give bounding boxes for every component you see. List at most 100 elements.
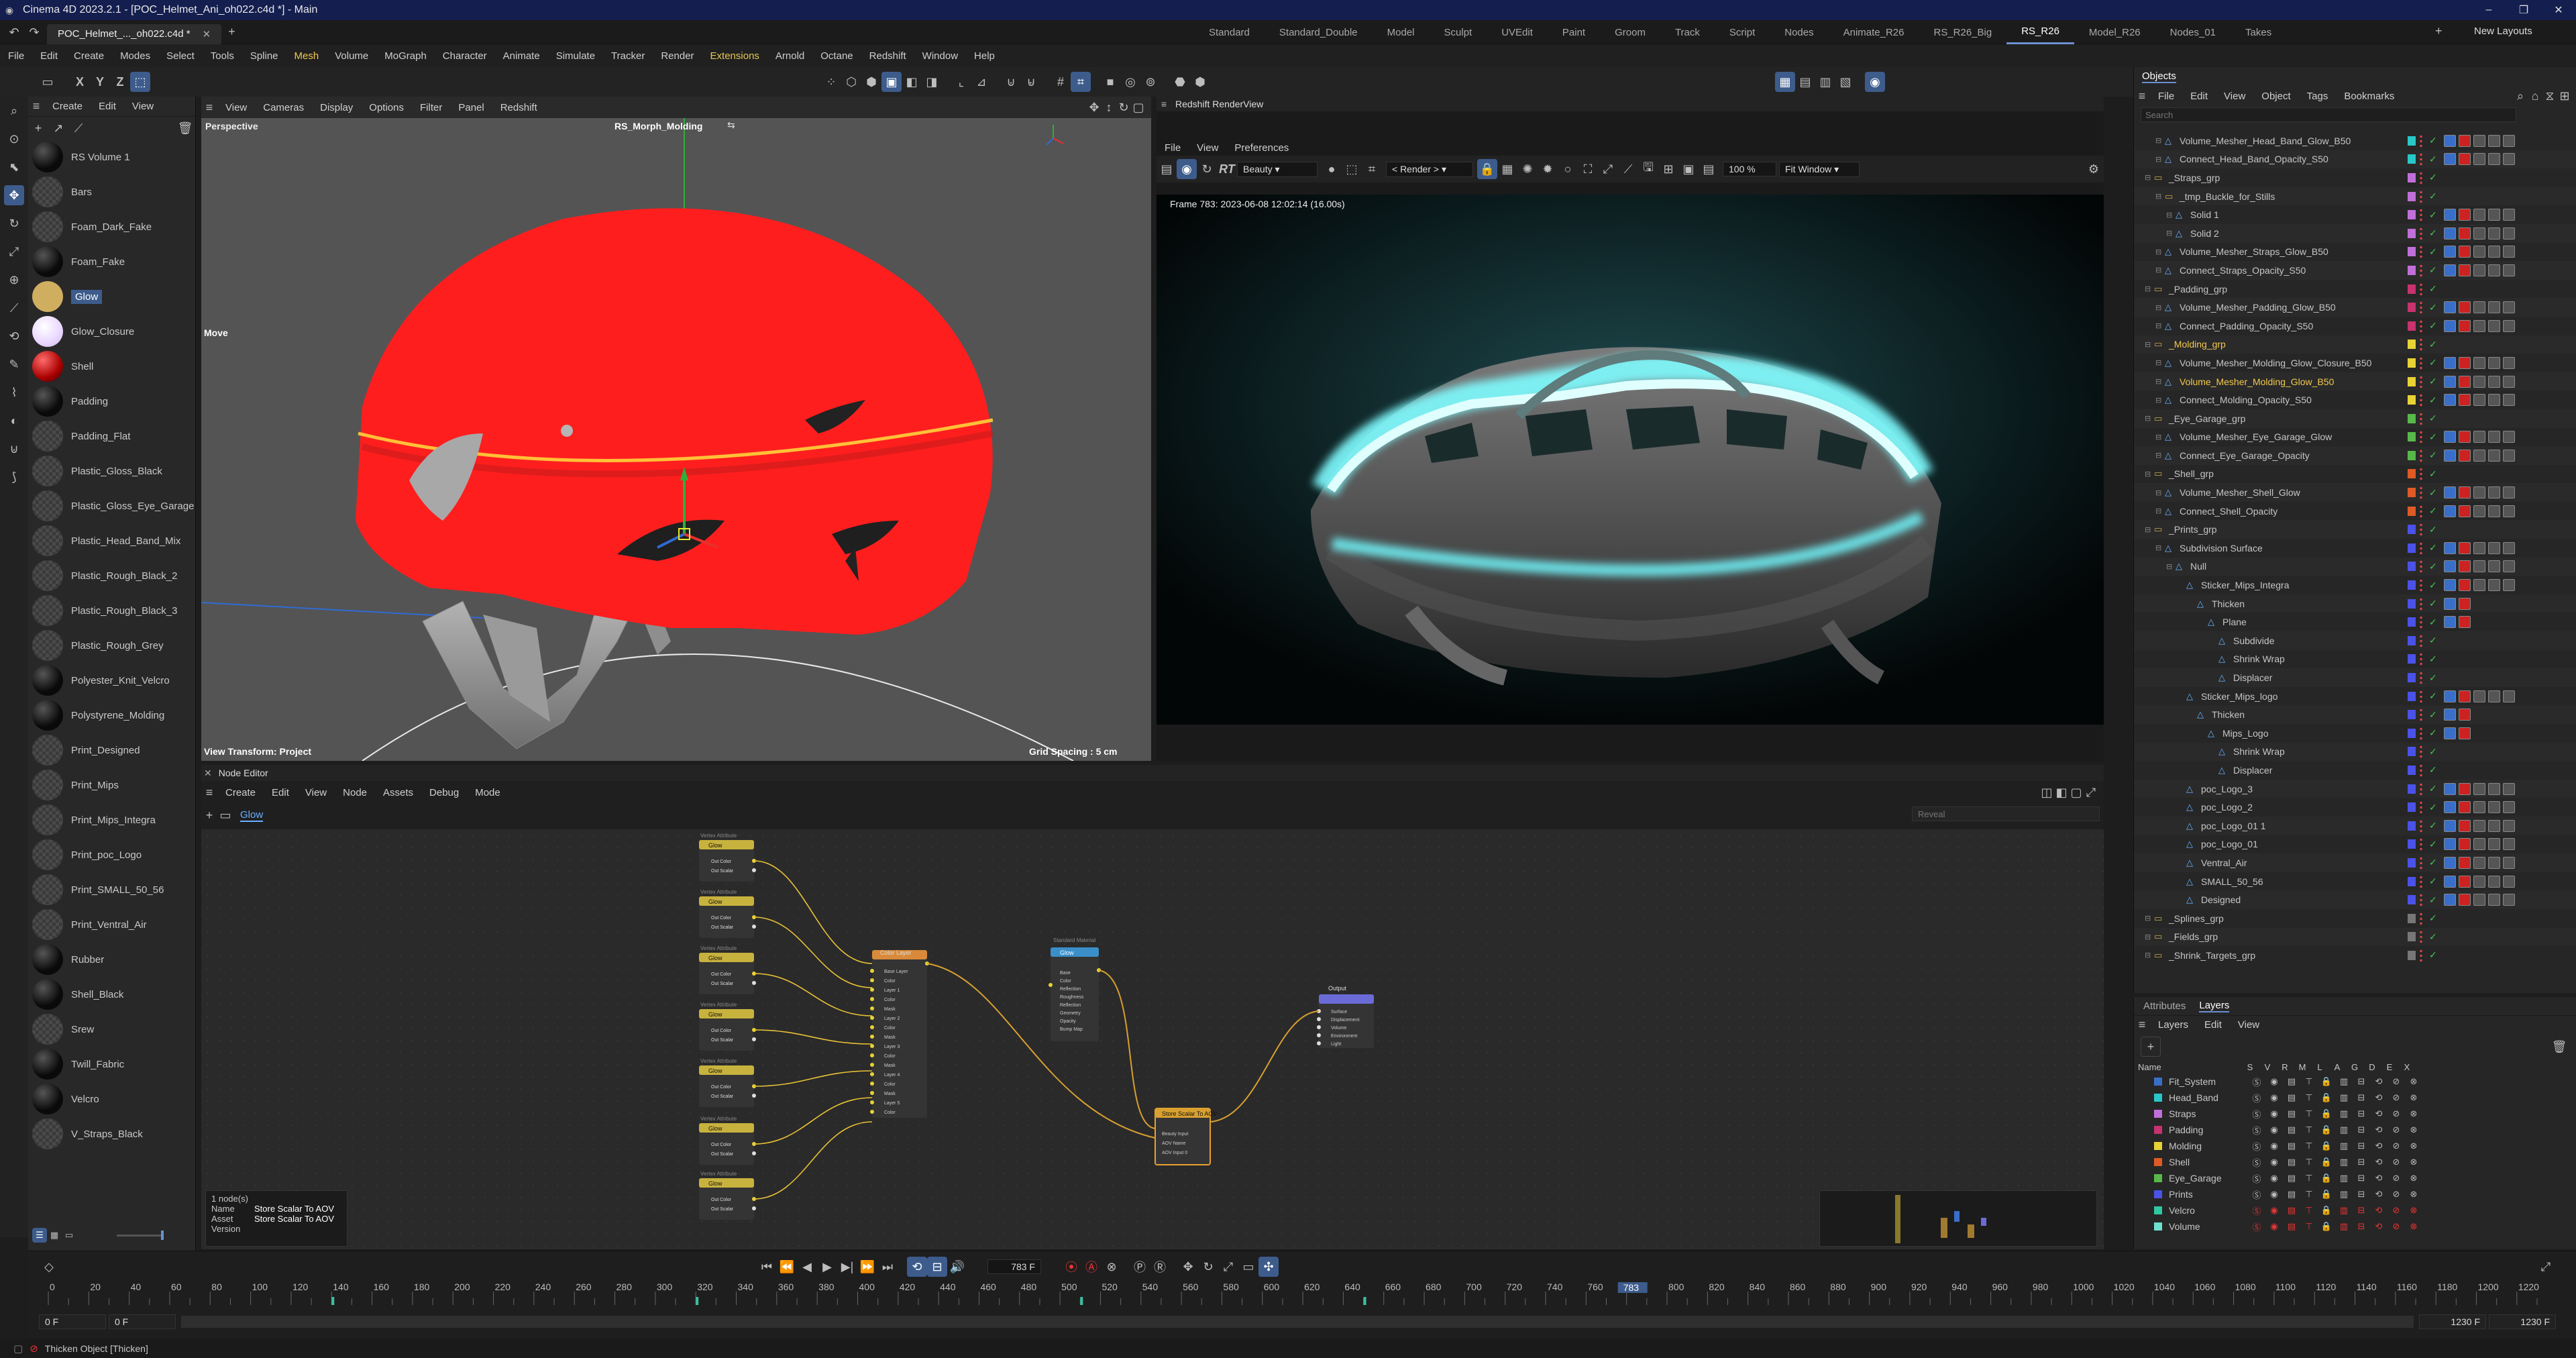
expand-toggle-icon[interactable]: ⊟ xyxy=(2145,525,2151,534)
brush-icon[interactable]: ✎ xyxy=(4,354,24,374)
layer-toggle-icon[interactable]: ▤ xyxy=(2283,1157,2300,1167)
visibility-dots-icon[interactable] xyxy=(2418,337,2424,352)
record-icon[interactable]: ⦿ xyxy=(1061,1257,1081,1277)
keyframe-marker[interactable] xyxy=(1080,1297,1083,1305)
viewport-move-icon[interactable]: ↕ xyxy=(1102,97,1116,117)
solo-icon[interactable]: ■ xyxy=(1100,72,1120,92)
history-icon[interactable]: ▣ xyxy=(1678,159,1699,179)
tag-icon[interactable] xyxy=(2503,486,2515,499)
menu-render[interactable]: Render xyxy=(653,50,702,62)
layer-toggle-icon[interactable]: ⟲ xyxy=(2370,1076,2387,1087)
viewport-menu-filter[interactable]: Filter xyxy=(412,102,450,113)
expand-toggle-icon[interactable]: ⊟ xyxy=(2155,451,2161,460)
keyframe-marker[interactable] xyxy=(1363,1297,1366,1305)
layer-toggle-icon[interactable]: Ⓢ xyxy=(2248,1124,2265,1137)
tag-icon[interactable] xyxy=(2488,449,2500,462)
layer-toggle-icon[interactable]: ◉ xyxy=(2265,1108,2283,1119)
enable-check-icon[interactable]: ✓ xyxy=(2429,505,2437,517)
scale-tool-icon[interactable]: ⤢ xyxy=(4,242,24,262)
maximize-button[interactable]: ❐ xyxy=(2506,3,2541,17)
object-row[interactable]: ⊟ ▭ _Padding_grp ✓ xyxy=(2134,280,2576,299)
enable-check-icon[interactable]: ✓ xyxy=(2429,542,2437,554)
tag-icon[interactable] xyxy=(2473,486,2485,499)
coordinate-system-icon[interactable]: ⬚ xyxy=(130,72,150,92)
material-item[interactable]: Print_Mips_Integra xyxy=(28,802,195,837)
go-to-end-icon[interactable]: ⏭ xyxy=(877,1257,898,1277)
layout-tab-uvedit[interactable]: UVEdit xyxy=(1487,20,1548,44)
tag-icon[interactable] xyxy=(2488,486,2500,499)
rotate-tool-icon[interactable]: ↻ xyxy=(4,213,24,233)
axis-x-button[interactable]: X xyxy=(70,72,90,92)
tag-icon[interactable] xyxy=(2459,431,2471,443)
vertex-attribute-node[interactable]: Vertex Attribute Glow Out Color Out Scalar xyxy=(699,945,756,994)
layer-toggle-icon[interactable]: ⊟ xyxy=(2353,1189,2370,1200)
layer-toggle-icon[interactable]: ▤ xyxy=(2283,1125,2300,1135)
autokey-icon[interactable]: Ⓐ xyxy=(1081,1257,1102,1277)
tag-icon[interactable] xyxy=(2444,394,2456,407)
tag-icon[interactable] xyxy=(2444,782,2456,795)
material-item[interactable]: Plastic_Gloss_Eye_Garage xyxy=(28,488,195,523)
tag-icon[interactable] xyxy=(2503,690,2515,702)
layer-toggle-icon[interactable]: ⊟ xyxy=(2353,1125,2370,1135)
vertex-attribute-node[interactable]: Vertex Attribute Glow Out Color Out Scalar xyxy=(699,1058,756,1107)
visibility-dots-icon[interactable] xyxy=(2418,282,2424,296)
tag-icon[interactable] xyxy=(2444,856,2456,869)
material-menu-create[interactable]: Create xyxy=(44,101,91,112)
tag-icon[interactable] xyxy=(2473,875,2485,888)
menu-spline[interactable]: Spline xyxy=(242,50,286,62)
range-end-a[interactable]: 1230 F xyxy=(2419,1314,2486,1329)
material-item[interactable]: Polystyrene_Molding xyxy=(28,698,195,733)
preview-range-icon[interactable]: ⊟ xyxy=(927,1257,947,1277)
layer-toggle-icon[interactable]: ⊤ xyxy=(2300,1173,2318,1184)
visibility-dots-icon[interactable] xyxy=(2418,245,2424,259)
enable-check-icon[interactable]: ✓ xyxy=(2429,431,2437,443)
layer-row[interactable]: Molding Ⓢ ◉ ▤ ⊤ 🔒 ▥ ⊟ ⟲ ⊘ ⊗ xyxy=(2134,1138,2576,1154)
tag-icon[interactable] xyxy=(2488,819,2500,832)
material-item[interactable]: Print_poc_Logo xyxy=(28,837,195,872)
object-row[interactable]: △ poc_Logo_01 1 ✓ xyxy=(2134,816,2576,835)
new-layouts-button[interactable]: New Layouts xyxy=(2474,25,2532,37)
texture-mode-icon[interactable]: ◨ xyxy=(922,72,942,92)
menu-select[interactable]: Select xyxy=(158,50,203,62)
object-row[interactable]: ⊟ ▭ _Eye_Garage_grp ✓ xyxy=(2134,409,2576,428)
tag-icon[interactable] xyxy=(2488,375,2500,388)
list-view-icon[interactable]: ☰ xyxy=(32,1228,47,1243)
object-row[interactable]: ⊟ ▭ _Molding_grp ✓ xyxy=(2134,335,2576,354)
store-scalar-node[interactable]: Store Scalar To AOV Beauty Input AOV Name A… xyxy=(1155,1108,1217,1165)
tag-icon[interactable] xyxy=(2503,319,2515,332)
tag-icon[interactable] xyxy=(2459,394,2471,407)
object-new-window-icon[interactable]: ⊞ xyxy=(2557,86,2572,106)
trash-icon[interactable]: 🗑 xyxy=(175,118,195,138)
layer-toggle-icon[interactable]: ▤ xyxy=(2283,1173,2300,1184)
layout-tab-standard[interactable]: Standard xyxy=(1194,20,1265,44)
rt-icon[interactable]: RT xyxy=(1217,159,1237,179)
enable-check-icon[interactable]: ✓ xyxy=(2429,320,2437,331)
layout-tab-animate-r26[interactable]: Animate_R26 xyxy=(1829,20,1919,44)
layer-toggle-icon[interactable]: ⊟ xyxy=(2353,1157,2370,1167)
viewport-menu-display[interactable]: Display xyxy=(312,102,361,113)
layer-toggle-icon[interactable]: ⊟ xyxy=(2353,1205,2370,1216)
viewport-pan-icon[interactable]: ✥ xyxy=(1087,97,1102,117)
layer-toggle-icon[interactable]: ⊤ xyxy=(2300,1157,2318,1167)
vertex-attribute-node[interactable]: Vertex Attribute Glow Out Color Out Scalar xyxy=(699,833,756,882)
tag-icon[interactable] xyxy=(2459,579,2471,592)
tag-icon[interactable] xyxy=(2444,505,2456,517)
tag-icon[interactable] xyxy=(2444,227,2456,240)
range-start-b[interactable]: 0 F xyxy=(109,1314,176,1329)
render-picture-viewer-icon[interactable]: ▤ xyxy=(1795,72,1815,92)
layer-toggle-icon[interactable]: ◉ xyxy=(2265,1076,2283,1087)
tag-icon[interactable] xyxy=(2444,838,2456,851)
node-maximize-icon[interactable]: ⤢ xyxy=(2084,782,2098,802)
layer-toggle-icon[interactable]: ▤ xyxy=(2283,1108,2300,1119)
layout-tab-model[interactable]: Model xyxy=(1373,20,1430,44)
viewport-menu-redshift[interactable]: Redshift xyxy=(492,102,545,113)
layer-trash-icon[interactable]: 🗑 xyxy=(2549,1037,2569,1057)
material-item[interactable]: Shell_Black xyxy=(28,977,195,1012)
tag-icon[interactable] xyxy=(2488,264,2500,276)
tag-icon[interactable] xyxy=(2459,486,2471,499)
vertex-attribute-node[interactable]: Vertex Attribute Glow Out Color Out Scalar xyxy=(699,889,756,938)
material-item[interactable]: Shell xyxy=(28,349,195,384)
layer-toggle-icon[interactable]: ⊟ xyxy=(2353,1221,2370,1232)
visibility-dots-icon[interactable] xyxy=(2418,800,2424,815)
material-item[interactable]: Plastic_Head_Band_Mix xyxy=(28,523,195,558)
